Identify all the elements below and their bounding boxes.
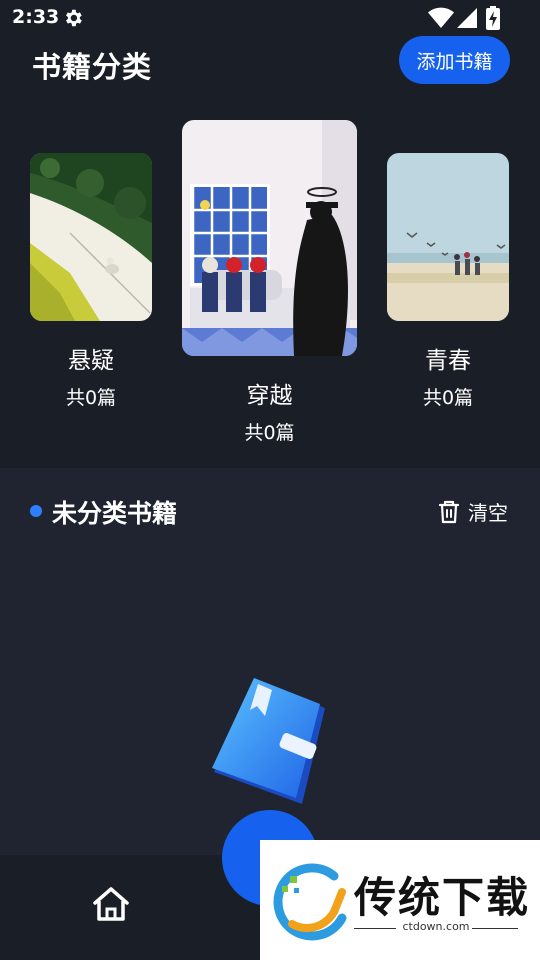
watermark-site: ctdown.com <box>402 920 470 933</box>
watermark-rule <box>472 928 518 929</box>
trash-icon <box>438 500 460 523</box>
category-card-youth[interactable]: 青春 共0篇 <box>387 153 509 410</box>
category-name: 悬疑 <box>68 348 114 374</box>
section-dot <box>30 505 42 517</box>
gear-icon <box>66 9 82 27</box>
page-title: 书籍分类 <box>32 50 153 84</box>
category-name: 穿越 <box>246 383 293 409</box>
watermark-brand: 传统下载 <box>354 873 531 922</box>
empty-book-icon <box>212 678 325 804</box>
uncategorized-title: 未分类书籍 <box>52 499 178 528</box>
category-count: 共0篇 <box>244 422 295 444</box>
watermark-logo: 传统下载 ctdown.com <box>260 840 540 960</box>
clear-button[interactable]: 清空 <box>438 497 508 526</box>
status-bar: 2:33 <box>0 0 540 36</box>
add-book-button[interactable]: 添加书籍 <box>399 36 510 84</box>
category-cover-suspense <box>30 153 152 321</box>
category-name: 青春 <box>425 348 471 374</box>
category-cover-timetravel <box>182 120 357 356</box>
signal-icon <box>457 8 477 28</box>
status-time: 2:33 <box>12 6 60 28</box>
watermark-emblem <box>273 863 347 941</box>
battery-charging-icon <box>486 6 500 30</box>
home-icon[interactable] <box>92 886 130 922</box>
category-cover-youth <box>387 153 509 321</box>
category-count: 共0篇 <box>422 387 474 409</box>
category-count: 共0篇 <box>65 387 117 409</box>
category-card-suspense[interactable]: 悬疑 共0篇 <box>30 153 152 410</box>
category-card-timetravel[interactable]: 穿越 共0篇 <box>182 120 357 445</box>
clear-button-label: 清空 <box>468 501 508 525</box>
wifi-icon <box>428 7 454 28</box>
